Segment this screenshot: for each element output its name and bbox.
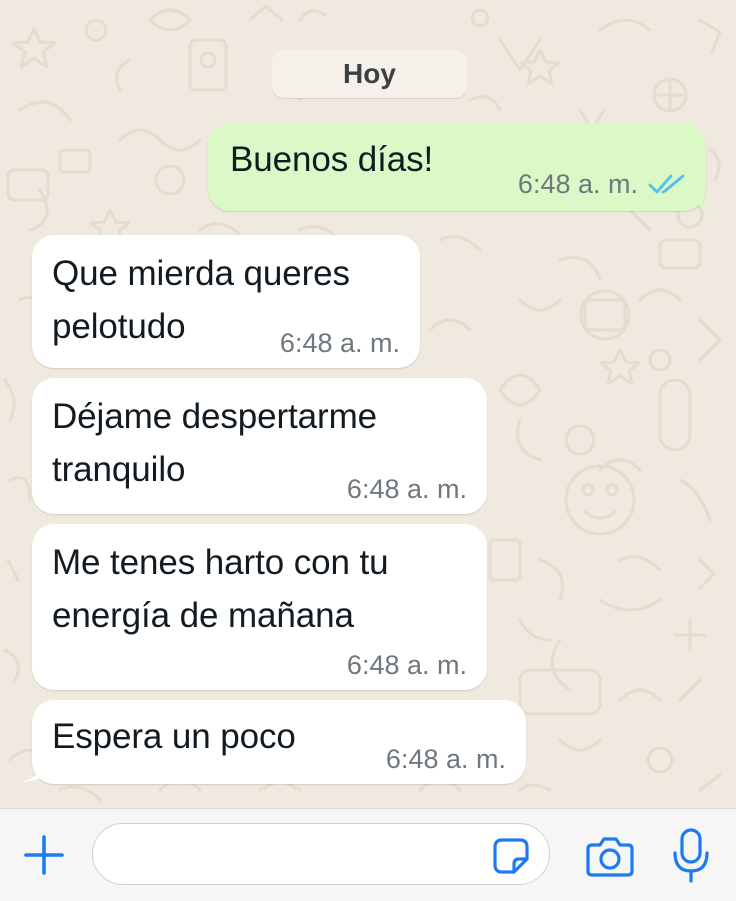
incoming-message[interactable]: Espera un poco 6:48 a. m. bbox=[32, 700, 526, 784]
read-receipt-double-check-icon bbox=[648, 173, 688, 195]
message-time: 6:48 a. m. bbox=[346, 650, 467, 680]
chat-area[interactable]: Hoy Buenos días! 6:48 a. m. Que mierda q… bbox=[0, 0, 736, 808]
outgoing-bubble-tail bbox=[694, 189, 716, 209]
plus-icon bbox=[24, 835, 64, 875]
outgoing-message[interactable]: Buenos días! 6:48 a. m. bbox=[208, 123, 706, 211]
message-text: Déjame despertarme tranquilo bbox=[52, 397, 378, 489]
message-time: 6:48 a. m. bbox=[385, 744, 506, 774]
message-meta: 6:48 a. m. bbox=[280, 328, 400, 358]
sticker-icon bbox=[493, 838, 529, 874]
date-separator: Hoy bbox=[272, 50, 467, 98]
message-text: Espera un poco bbox=[52, 717, 296, 756]
message-input[interactable] bbox=[92, 823, 550, 885]
sticker-button[interactable] bbox=[492, 837, 530, 875]
message-meta: 6:48 a. m. bbox=[347, 474, 467, 504]
microphone-button[interactable] bbox=[670, 827, 712, 885]
camera-button[interactable] bbox=[586, 835, 634, 877]
incoming-message[interactable]: Que mierda queres pelotudo 6:48 a. m. bbox=[32, 235, 420, 368]
incoming-bubble-tail bbox=[22, 762, 44, 782]
composer-bar bbox=[0, 808, 736, 901]
message-time: 6:48 a. m. bbox=[346, 474, 467, 504]
message-text: Me tenes harto con tu energía de mañana bbox=[52, 543, 389, 635]
attach-button[interactable] bbox=[22, 833, 66, 877]
message-meta: 6:48 a. m. bbox=[518, 169, 688, 199]
message-time: 6:48 a. m. bbox=[517, 169, 638, 199]
message-time: 6:48 a. m. bbox=[279, 328, 400, 358]
message-meta: 6:48 a. m. bbox=[347, 650, 467, 680]
message-text: Buenos días! bbox=[230, 140, 434, 179]
message-meta: 6:48 a. m. bbox=[386, 744, 506, 774]
microphone-icon bbox=[673, 828, 709, 883]
incoming-message[interactable]: Me tenes harto con tu energía de mañana … bbox=[32, 524, 487, 690]
camera-icon bbox=[586, 837, 634, 877]
incoming-message[interactable]: Déjame despertarme tranquilo 6:48 a. m. bbox=[32, 378, 487, 514]
